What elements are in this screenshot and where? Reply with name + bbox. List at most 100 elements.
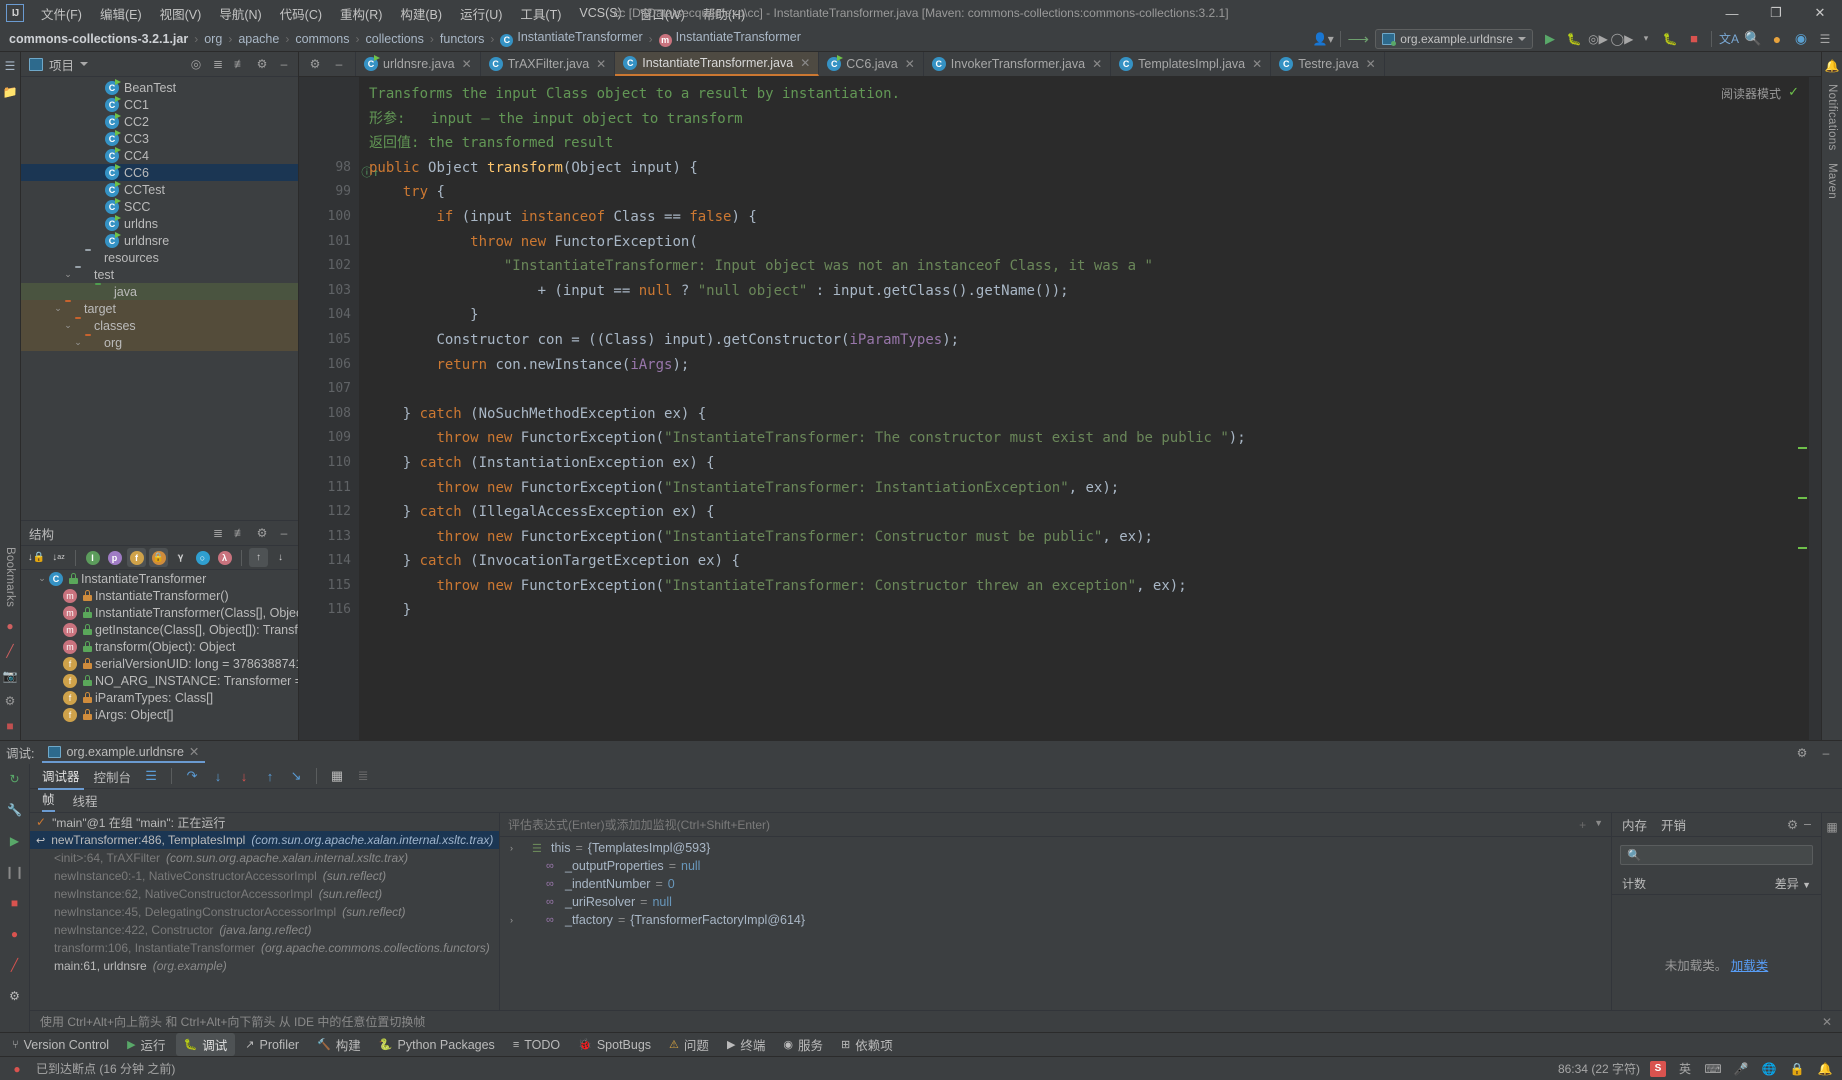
close-icon[interactable]: ✕ [596,57,606,71]
stack-frame-row[interactable]: newInstance:422, Constructor (java.lang.r… [30,921,499,939]
breadcrumb-commons[interactable]: commons [290,31,354,47]
project-tree-item[interactable]: resources [21,249,298,266]
chevron-down-icon[interactable]: ▼ [1594,818,1603,832]
variable-row[interactable]: ∞ _indentNumber = 0 [500,875,1611,893]
subtab-threads[interactable]: 线程 [73,791,98,810]
tool-window-button-终端[interactable]: ▶ 终端 [719,1033,773,1056]
editor-tab[interactable]: C Testre.java ✕ [1271,52,1385,76]
stack-frame-row[interactable]: ↩ newTransformer:486, TemplatesImpl (com.s… [30,831,499,849]
close-icon[interactable]: ✕ [1366,57,1376,71]
project-tree-item[interactable]: ⌄ target [21,300,298,317]
close-icon[interactable]: ✕ [462,57,472,71]
editor-tab[interactable]: C InvokerTransformer.java ✕ [924,52,1112,76]
menu-file[interactable]: 文件(F) [32,1,91,26]
tool-window-button-python-packages[interactable]: 🐍 Python Packages [371,1033,503,1056]
camera-icon[interactable]: 📷 [2,668,18,684]
panel-options-icon[interactable]: ⚙ [252,523,272,543]
evaluate-expression-icon[interactable]: ▦ [327,766,347,786]
variable-row[interactable]: › ☰ this = {TemplatesImpl@593} [500,839,1611,857]
project-tree-item[interactable]: C CC2 [21,113,298,130]
autoscroll-to-source-icon[interactable]: ↓ [271,548,290,567]
variable-row[interactable]: ∞ _outputProperties = null [500,857,1611,875]
hide-panel-icon[interactable]: – [274,523,294,543]
project-tree-item[interactable]: C BeanTest [21,79,298,96]
project-tree-item[interactable]: ⌄ test [21,266,298,283]
structure-tree-item[interactable]: f NO_ARG_INSTANCE: Transformer = new In [21,672,298,689]
menu-run[interactable]: 运行(U) [451,1,511,26]
editor-gutter[interactable]: 98 ⓘ↑ 99 100 101 102 103 104 105 106 107 108 109 110 1… [299,77,379,740]
expand-all-icon[interactable]: ≣ [208,523,228,543]
bookmarks-label[interactable]: Bookmarks [4,545,16,609]
editor-tab[interactable]: C TrAXFilter.java ✕ [481,52,616,76]
thread-header-row[interactable]: ✓ "main"@1 在组 "main": 正在运行 [30,813,499,831]
evaluate-expression-bar[interactable]: 评估表达式(Enter)或添加加监视(Ctrl+Shift+Enter) + ▼ [500,813,1611,837]
menu-help[interactable]: 帮助(H) [694,1,754,26]
structure-tree-item[interactable]: f serialVersionUID: long = 37863887410793… [21,655,298,672]
maximize-button[interactable]: ❐ [1754,0,1798,26]
editor-tab[interactable]: C TemplatesImpl.java ✕ [1111,52,1272,76]
caret-position[interactable]: 86:34 (22 字符) [1558,1060,1640,1077]
chevron-down-icon[interactable]: ⌄ [71,337,85,348]
tool-window-button-调试[interactable]: 🐛 调试 [175,1033,236,1056]
project-tree-item[interactable]: C CCTest [21,181,298,198]
tool-window-button-运行[interactable]: ▶ 运行 [119,1033,173,1056]
gutter-line-number[interactable]: 108 [299,402,359,427]
frames-list[interactable]: ✓ "main"@1 在组 "main": 正在运行 ↩ newTransform… [30,813,500,1010]
bookmark-icon[interactable]: ● [2,618,18,634]
collapse-all-icon[interactable]: ≢ [230,523,250,543]
breadcrumb-class[interactable]: C InstantiateTransformer [495,29,647,48]
gutter-line-number[interactable]: 112 [299,500,359,525]
settings-icon[interactable]: ⚙ [2,693,18,709]
show-execution-point-icon[interactable]: ☰ [141,766,161,786]
project-tree-item[interactable]: C CC4 [21,147,298,164]
layout-icon[interactable]: ▦ [1824,819,1840,835]
right-rail-label-notifications[interactable]: Notifications [1826,82,1838,153]
project-tree-item[interactable]: ⌄ org [21,334,298,351]
gutter-line-number[interactable]: 115 [299,574,359,599]
debug-button[interactable]: 🐛 [1563,28,1585,50]
memory-search-input[interactable]: 🔍 [1620,845,1813,865]
run-button[interactable]: ▶ [1539,28,1561,50]
show-inherited-icon[interactable]: I [83,548,102,567]
chevron-down-icon[interactable]: ⌄ [51,303,65,314]
breadcrumb-functors[interactable]: functors [435,31,489,47]
step-out-icon[interactable]: ↑ [260,766,280,786]
variables-tree[interactable]: › ☰ this = {TemplatesImpl@593} ∞ _outputProper… [500,837,1611,1010]
project-tool-icon[interactable]: ☰ [2,58,18,74]
menu-vcs[interactable]: VCS(S) [570,3,630,23]
editor-tab[interactable]: C CC6.java ✕ [819,52,924,76]
locate-file-icon[interactable]: ◎ [186,54,206,74]
gutter-line-number[interactable]: 113 [299,525,359,550]
settings-icon[interactable]: ⚙ [1787,817,1798,832]
expand-all-icon[interactable]: ≣ [208,54,228,74]
gutter-line-number[interactable]: 101 [299,230,359,255]
stack-frame-row[interactable]: newInstance:45, DelegatingConstructorAcc… [30,903,499,921]
tool-window-button-spotbugs[interactable]: 🐞 SpotBugs [570,1033,659,1056]
sort-by-visibility-icon[interactable]: ↓🔒 [27,548,46,567]
tool-window-button-todo[interactable]: ≡ TODO [505,1033,568,1056]
breadcrumb-jar[interactable]: commons-collections-3.2.1.jar [4,31,193,47]
menu-view[interactable]: 视图(V) [151,1,211,26]
attach-debugger-icon[interactable]: 🐛 [1659,28,1681,50]
gutter-line-number[interactable]: 104 [299,303,359,328]
project-tree-item[interactable]: java [21,283,298,300]
panel-options-icon[interactable]: ⚙ [252,54,272,74]
show-properties-icon[interactable]: p [105,548,124,567]
update-icon[interactable]: ● [1766,28,1788,50]
diff-icon[interactable]: ╱ [2,643,18,659]
stack-frame-row[interactable]: main:61, urldnsre (org.example) [30,957,499,975]
reader-mode-label[interactable]: 阅读器模式 [1721,85,1781,102]
stack-frame-row[interactable]: newInstance0:-1, NativeConstructorAccess… [30,867,499,885]
close-button[interactable]: ✕ [1798,0,1842,26]
project-tree-item[interactable]: Curldnsre [21,232,298,249]
rerun-icon[interactable]: ↻ [6,770,24,788]
tab-debugger[interactable]: 调试器 [38,763,84,790]
menu-build[interactable]: 构建(B) [391,1,451,26]
globe-icon[interactable]: 🌐 [1760,1060,1778,1078]
right-rail-label-maven[interactable]: Maven [1826,161,1838,201]
close-icon[interactable]: ✕ [1092,57,1102,71]
lock-icon[interactable]: 🔒 [1788,1060,1806,1078]
hide-panel-icon[interactable]: – [1804,817,1811,832]
tool-window-button-profiler[interactable]: ↗ Profiler [237,1033,307,1056]
editor-settings-icon[interactable]: ⚙ [305,54,325,74]
